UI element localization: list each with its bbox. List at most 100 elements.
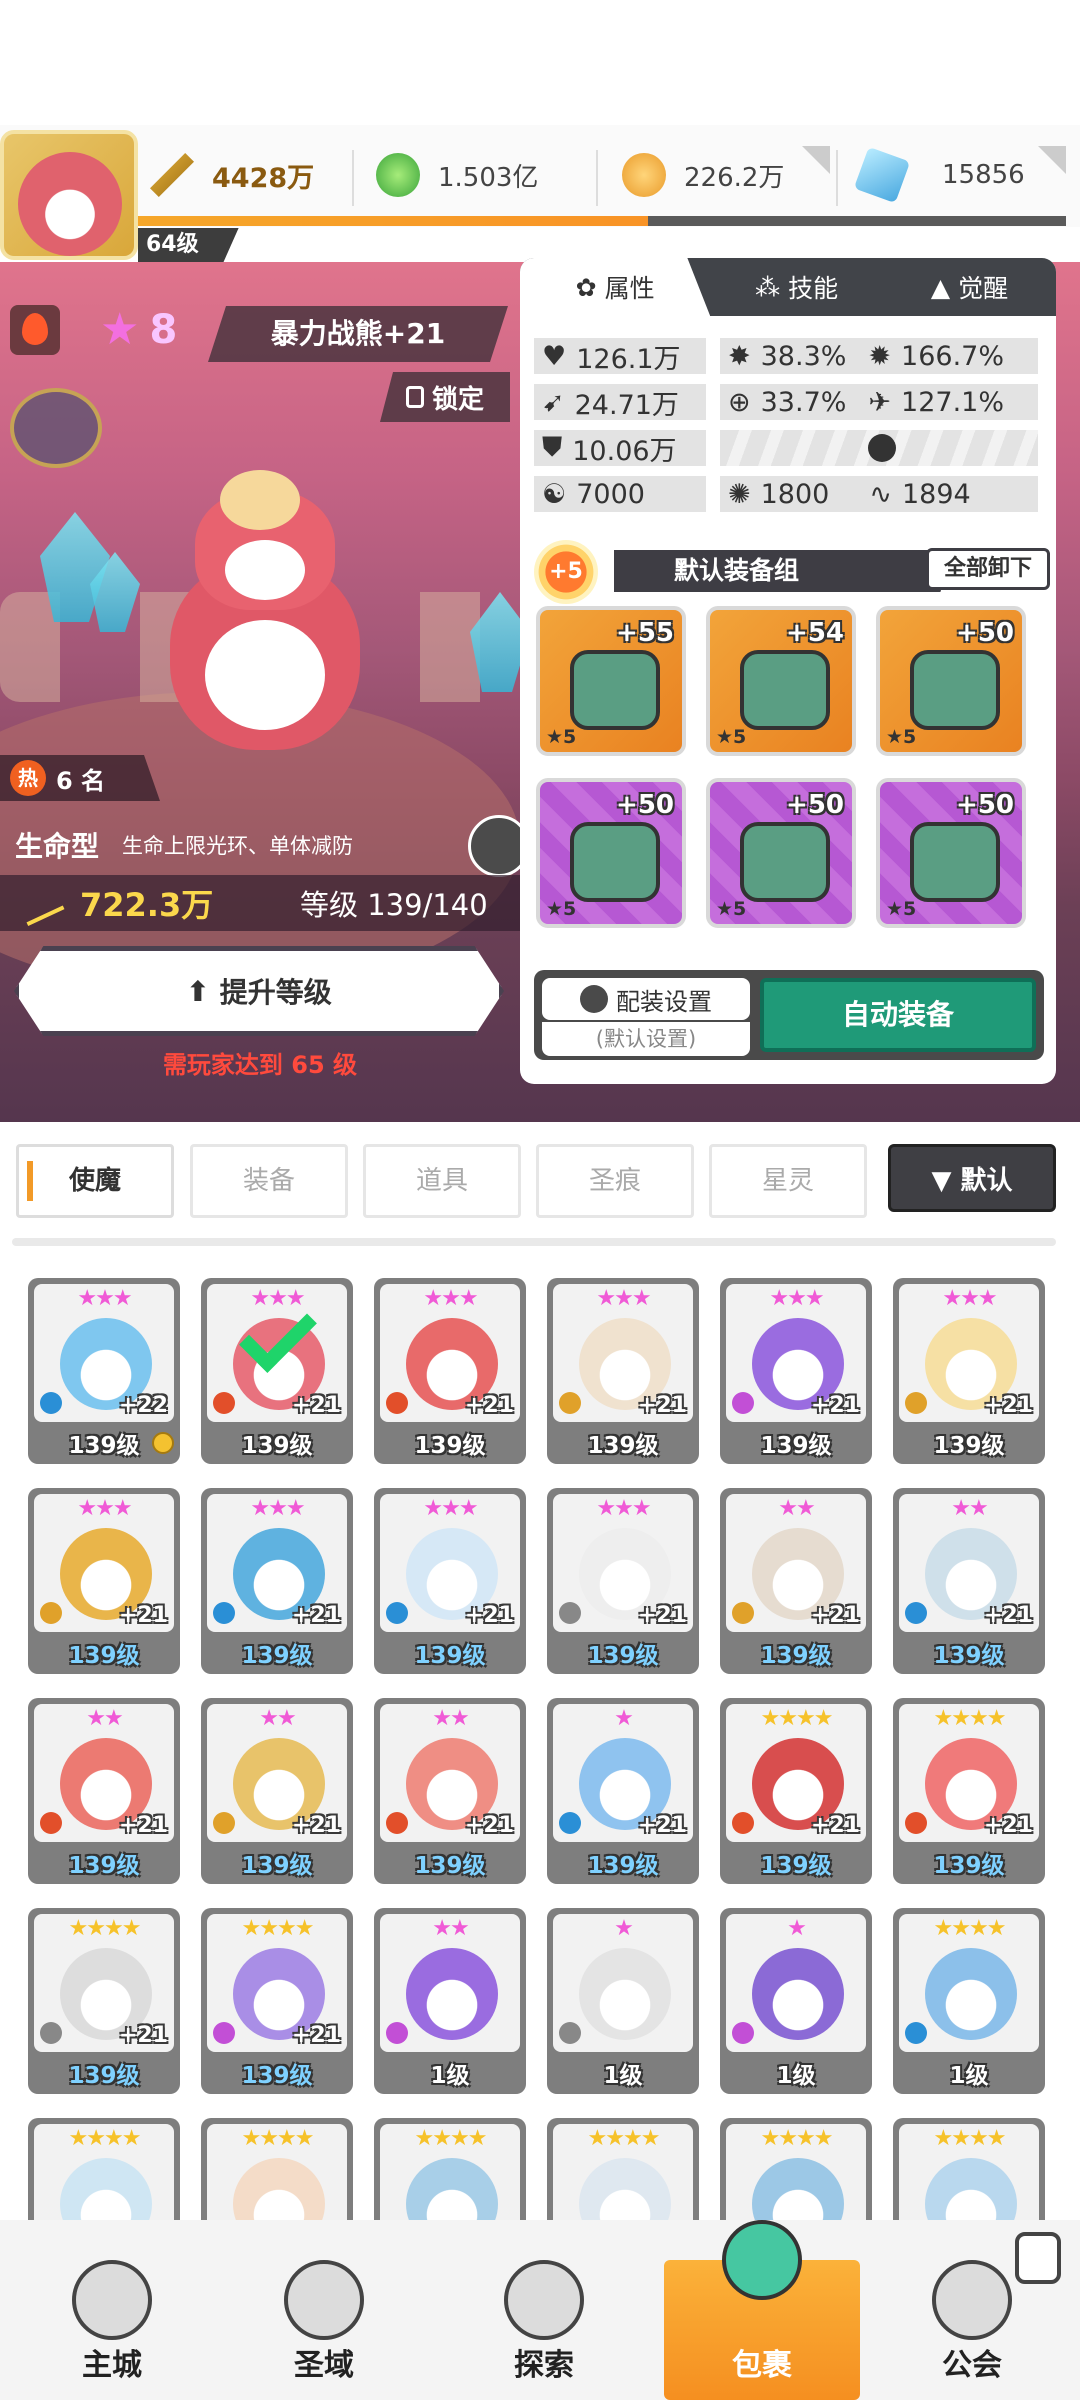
castle-icon	[72, 2260, 152, 2340]
alert-icon[interactable]	[1015, 2232, 1061, 2284]
familiar-card[interactable]: ★★★ +21 139级	[28, 1488, 180, 1674]
familiar-card[interactable]: ★★★★ +21 139级	[893, 1698, 1045, 1884]
bear-portrait-icon	[18, 152, 122, 256]
exp-progress-bar	[138, 216, 1066, 226]
unequip-all-button[interactable]: 全部卸下	[926, 548, 1050, 590]
familiar-level: 139级	[68, 1853, 140, 1879]
familiar-avatar-icon	[406, 1948, 498, 2040]
familiar-level: 139级	[587, 1853, 659, 1879]
attack-icon: ➹	[542, 386, 565, 418]
stat-value: 7000	[576, 478, 645, 510]
familiar-card[interactable]: ★★★★	[720, 2118, 872, 2220]
equipment-slot-helmet[interactable]: +54 ★5	[706, 606, 856, 756]
equipment-set-selector[interactable]: 默认装备组	[614, 550, 954, 592]
familiar-portrait: ★★★ +21	[380, 1284, 520, 1422]
stat-value: 126.1万	[576, 343, 681, 375]
familiar-portrait: ★	[553, 1914, 693, 2052]
stats-table: ♥ 126.1万 ✸ 38.3% ✹ 166.7% ➹ 24.71万 ⊕ 33.7% ✈ 127…	[534, 338, 1040, 522]
equipment-stars: ★5	[546, 726, 577, 748]
familiar-enhance: +21	[291, 2023, 341, 2048]
equipment-slot-sword[interactable]: +55 ★5	[536, 606, 686, 756]
familiar-level: 139级	[933, 1853, 1005, 1879]
tab-equipment[interactable]: 装备	[190, 1144, 348, 1218]
familiar-card[interactable]: ★ 1级	[547, 1908, 699, 2094]
familiar-card[interactable]: ★★★ +22 139级	[28, 1278, 180, 1464]
boots-icon	[910, 822, 1000, 902]
heart-icon: ♥	[542, 340, 567, 372]
familiar-avatar-icon	[233, 2158, 325, 2220]
tab-awaken[interactable]: ▲ 觉醒	[883, 258, 1056, 316]
set-bonus-badge[interactable]: +5	[534, 540, 598, 604]
sort-dropdown[interactable]: ▼ 默认	[888, 1144, 1056, 1212]
familiar-card[interactable]: ★★★★	[28, 2118, 180, 2220]
familiar-card[interactable]: ★★★ +21 139级	[374, 1488, 526, 1674]
familiar-stars: ★★★★	[241, 2126, 315, 2151]
tab-star-spirits[interactable]: 星灵	[709, 1144, 867, 1218]
familiar-card[interactable]: ★★ +21 139级	[893, 1488, 1045, 1674]
nav-sanctuary[interactable]: 圣域	[216, 2220, 432, 2400]
nav-main-city[interactable]: 主城	[4, 2220, 220, 2400]
crit-rate-icon: ✸	[728, 340, 751, 372]
familiar-stars: ★★★	[250, 1496, 305, 1521]
equip-settings-button[interactable]: 配装设置	[542, 978, 750, 1020]
hero-character[interactable]	[150, 470, 380, 760]
element-icon	[732, 1392, 754, 1414]
familiar-stars: ★★★	[423, 1286, 478, 1311]
familiar-enhance: +22	[118, 1393, 168, 1418]
familiar-card[interactable]: ★★★★	[201, 2118, 353, 2220]
stat-value: 1800	[760, 478, 830, 510]
popularity-rank[interactable]: 热 6 名	[0, 755, 160, 801]
familiar-card[interactable]: ★★★★	[893, 2118, 1045, 2220]
familiar-stars: ★	[787, 1916, 807, 1941]
stat-defense: ⛊ 10.06万	[534, 430, 706, 467]
padlock-icon[interactable]	[10, 388, 102, 468]
familiar-card[interactable]: ★ 1级	[720, 1908, 872, 2094]
familiar-card[interactable]: ★★ +21 139级	[201, 1698, 353, 1884]
panel-tabs: ✿ 属性 ⁂ 技能 ▲ 觉醒	[520, 258, 1056, 316]
familiar-card[interactable]: ★★ +21 139级	[374, 1698, 526, 1884]
familiar-portrait: ★★★ +22	[34, 1284, 174, 1422]
familiar-card[interactable]: ★★★★	[547, 2118, 699, 2220]
lock-button[interactable]: 锁定	[380, 372, 510, 422]
sword-icon	[570, 650, 660, 730]
element-icon	[559, 1392, 581, 1414]
familiar-card[interactable]: ★★★★ 1级	[893, 1908, 1045, 2094]
stat-value: 1894	[901, 478, 971, 510]
familiar-card[interactable]: ★★★ +21 139级	[893, 1278, 1045, 1464]
equipment-stars: ★5	[886, 898, 917, 920]
stat-value: 33.7%	[760, 386, 847, 418]
equipment-slot-armor[interactable]: +50 ★5	[876, 606, 1026, 756]
familiar-card[interactable]: ★ +21 139级	[547, 1698, 699, 1884]
familiar-card[interactable]: ★★★ +21 139级	[720, 1278, 872, 1464]
nav-bag[interactable]: 包裹	[664, 2220, 860, 2400]
tab-attributes[interactable]: ✿ 属性	[520, 258, 711, 316]
familiar-enhance: +21	[810, 1393, 860, 1418]
tab-items[interactable]: 道具	[363, 1144, 521, 1218]
familiar-card[interactable]: ★★★★ +21 139级	[201, 1908, 353, 2094]
familiar-card[interactable]: ★★ 1级	[374, 1908, 526, 2094]
tab-stigmata[interactable]: 圣痕	[536, 1144, 694, 1218]
equipment-slot-boots[interactable]: +50 ★5	[876, 778, 1026, 928]
nav-explore[interactable]: 探索	[436, 2220, 652, 2400]
equipment-slot-necklace[interactable]: +50 ★5	[706, 778, 856, 928]
familiar-enhance: +21	[118, 1813, 168, 1838]
auto-equip-button[interactable]: 自动装备	[760, 978, 1036, 1052]
familiar-card[interactable]: ★★★ +21 139级	[547, 1278, 699, 1464]
tab-familiars[interactable]: 使魔	[16, 1144, 174, 1218]
familiar-card[interactable]: ★★ +21 139级	[28, 1698, 180, 1884]
nav-label: 公会	[942, 2348, 1002, 2383]
familiar-card[interactable]: ★★★★ +21 139级	[28, 1908, 180, 2094]
familiar-card[interactable]: ★★★ +21 139级	[201, 1278, 353, 1464]
equipment-slot-belt[interactable]: +50 ★5	[536, 778, 686, 928]
familiar-card[interactable]: ★★★ +21 139级	[547, 1488, 699, 1674]
familiar-card[interactable]: ★★★★	[374, 2118, 526, 2220]
familiar-level: 1级	[949, 2063, 989, 2089]
familiar-card[interactable]: ★★★★ +21 139级	[720, 1698, 872, 1884]
familiar-card[interactable]: ★★ +21 139级	[720, 1488, 872, 1674]
level-up-button[interactable]: ⬆ 提升等级	[14, 946, 504, 1036]
familiar-card[interactable]: ★★★ +21 139级	[201, 1488, 353, 1674]
tab-skills[interactable]: ⁂ 技能	[710, 258, 883, 316]
familiar-card[interactable]: ★★★ +21 139级	[374, 1278, 526, 1464]
player-avatar[interactable]	[0, 130, 138, 260]
necklace-icon	[740, 822, 830, 902]
